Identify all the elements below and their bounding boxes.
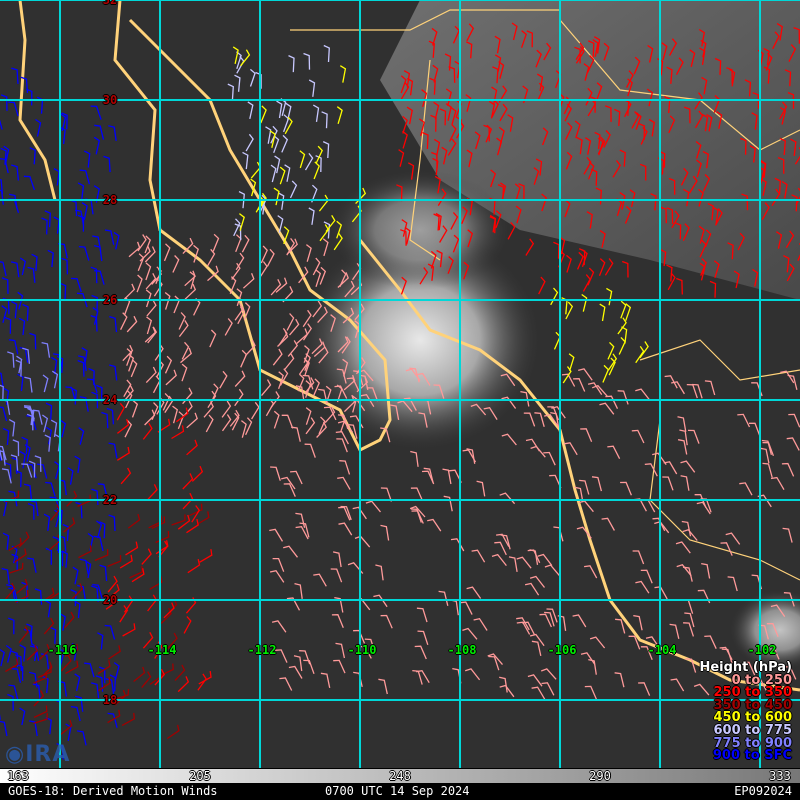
brightness-colorbar: 163 205 248 290 333 xyxy=(0,768,800,784)
longitude-label: -116 xyxy=(47,643,77,657)
latitude-label: 20 xyxy=(102,593,118,607)
latitude-label: 24 xyxy=(102,393,118,407)
longitude-label: -110 xyxy=(347,643,377,657)
colorbar-tick: 290 xyxy=(589,769,611,783)
footer-bar: GOES-18: Derived Motion Winds 0700 UTC 1… xyxy=(0,783,800,800)
latitude-label: 26 xyxy=(102,293,118,307)
longitude-label: -108 xyxy=(447,643,477,657)
longitude-label: -106 xyxy=(547,643,577,657)
height-legend: Height (hPa) 0 to 250 250 to 350 350 to 45… xyxy=(699,661,792,764)
colorbar-tick: 163 xyxy=(7,769,29,783)
longitude-label: -102 xyxy=(747,643,777,657)
storm-id: EP092024 xyxy=(734,784,792,798)
latitude-label: 32 xyxy=(102,0,118,7)
longitude-label: -112 xyxy=(247,643,277,657)
latitude-label: 28 xyxy=(102,193,118,207)
product-title: GOES-18: Derived Motion Winds xyxy=(8,784,218,798)
longitude-label: -104 xyxy=(647,643,677,657)
satellite-map-view: 32 30 28 26 24 22 20 18 -116 -114 -112 -110 -108 -106… xyxy=(0,0,800,800)
cira-logo: ◉IRA xyxy=(5,742,71,767)
legend-item: 900 to SFC xyxy=(712,748,792,764)
datetime: 0700 UTC 14 Sep 2024 xyxy=(325,784,470,798)
colorbar-tick: 333 xyxy=(769,769,791,783)
longitude-label: -114 xyxy=(147,643,177,657)
latitude-label: 22 xyxy=(102,493,118,507)
latitude-label: 30 xyxy=(102,93,118,107)
satellite-image xyxy=(0,0,800,768)
colorbar-tick: 248 xyxy=(389,769,411,783)
latitude-label: 18 xyxy=(102,693,118,707)
colorbar-tick: 205 xyxy=(189,769,211,783)
